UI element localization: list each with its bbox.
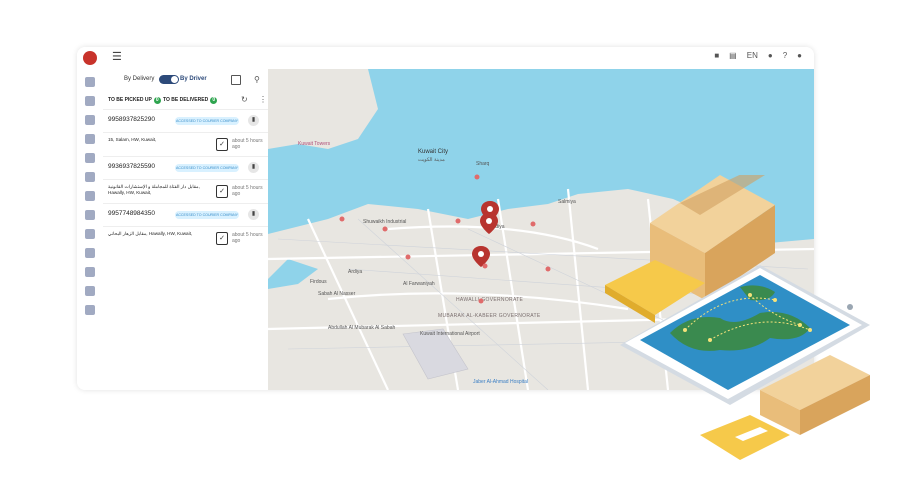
tab-label: TO BE PICKED UP [108, 97, 152, 103]
help-icon[interactable]: ? [783, 51, 787, 60]
calendar-check-icon[interactable]: ✓ [216, 138, 228, 151]
poi-marker[interactable] [405, 254, 411, 260]
poi-marker[interactable] [474, 174, 480, 180]
count-badge: 0 [210, 97, 218, 104]
box-2-icon[interactable] [85, 210, 95, 220]
truck-icon[interactable] [85, 96, 95, 106]
tab-to-be-picked-up[interactable]: TO BE PICKED UP 0 [108, 97, 161, 104]
building-icon[interactable] [85, 229, 95, 239]
order-phone: 9936937825590 [108, 163, 155, 170]
orders-panel: By Delivery By Driver ⚲ TO BE PICKED UP 0… [103, 69, 269, 390]
contacts-icon[interactable] [85, 267, 95, 277]
dashboard-icon[interactable] [85, 77, 95, 87]
order-address-row: مقابل دار الفتاة للمجاملة و الإستشارات ا… [103, 179, 268, 204]
bank-icon[interactable] [85, 134, 95, 144]
hamburger-icon[interactable]: ☰ [112, 50, 122, 63]
sidebar-rail [77, 69, 104, 390]
order-phone: 9957748984350 [108, 210, 155, 217]
logo[interactable] [83, 51, 97, 65]
order-phone: 9958937825290 [108, 116, 155, 123]
tab-label: TO BE DELIVERED [163, 97, 209, 103]
assign-courier-button[interactable]: ACCESSED TO COURIER COMPANY [175, 164, 239, 172]
view-switch[interactable] [159, 75, 179, 84]
dollar-icon[interactable] [85, 153, 95, 163]
refresh-icon[interactable]: ↻ [241, 95, 248, 104]
location-marker[interactable] [480, 213, 498, 234]
more-options-icon[interactable]: ⋮ [259, 95, 267, 104]
assign-courier-button[interactable]: ACCESSED TO COURIER COMPANY [175, 211, 239, 219]
poi-marker[interactable] [455, 218, 461, 224]
order-row[interactable]: 9958937825290 ACCESSED TO COURIER COMPAN… [103, 109, 268, 132]
poi-marker[interactable] [530, 221, 536, 227]
delete-icon[interactable]: ▮ [248, 162, 259, 173]
view-toggle: By Delivery By Driver ⚲ [103, 73, 268, 87]
user-icon[interactable]: ● [797, 51, 802, 60]
order-tabs: TO BE PICKED UP 0 TO BE DELIVERED 0 ↻ ⋮ [103, 95, 268, 107]
calendar-icon[interactable] [231, 75, 241, 85]
search-icon[interactable]: ⚲ [254, 75, 260, 84]
order-time: about 5 hours ago [232, 185, 263, 197]
user-settings-icon[interactable] [85, 286, 95, 296]
location-marker[interactable] [472, 246, 490, 267]
headset-icon[interactable]: ● [768, 51, 773, 60]
order-row[interactable]: 9936937825590 ACCESSED TO COURIER COMPAN… [103, 156, 268, 179]
box-icon[interactable] [85, 115, 95, 125]
order-address: مقابل دار الفتاة للمجاملة و الإستشارات ا… [108, 184, 200, 195]
top-bar: ☰ ■ ▤ EN ● ? ● [77, 47, 814, 70]
delivery-illustration [605, 175, 870, 460]
poi-marker[interactable] [482, 263, 488, 269]
hand-icon[interactable] [85, 191, 95, 201]
order-time: about 5 hours ago [232, 232, 263, 244]
delete-icon[interactable]: ▮ [248, 209, 259, 220]
order-address-row: مقابل الزهار البحاني, Hawally, HW, Kuwai… [103, 226, 268, 251]
order-row[interactable]: 9957748984350 ACCESSED TO COURIER COMPAN… [103, 203, 268, 226]
assign-courier-button[interactable]: ACCESSED TO COURIER COMPANY [175, 117, 239, 125]
inbox-icon[interactable]: ▤ [729, 51, 737, 60]
top-icons: ■ ▤ EN ● ? ● [714, 51, 802, 60]
poi-marker[interactable] [339, 216, 345, 222]
toggle-label-by-delivery[interactable]: By Delivery [124, 76, 154, 82]
chart-icon[interactable] [85, 172, 95, 182]
delete-icon[interactable]: ▮ [248, 115, 259, 126]
count-badge: 0 [153, 97, 161, 104]
poi-marker[interactable] [382, 226, 388, 232]
tab-to-be-delivered[interactable]: TO BE DELIVERED 0 [163, 97, 218, 104]
poi-marker[interactable] [545, 266, 551, 272]
message-icon[interactable]: ■ [714, 51, 719, 60]
calendar-check-icon[interactable]: ✓ [216, 185, 228, 198]
order-address: 15, Salam, HW, Kuwait, [108, 137, 157, 142]
language-select[interactable]: EN [747, 51, 758, 60]
poi-marker[interactable] [478, 298, 484, 304]
calendar-check-icon[interactable]: ✓ [216, 232, 228, 245]
order-address: مقابل الزهار البحاني, Hawally, HW, Kuwai… [108, 231, 193, 236]
toggle-label-by-driver[interactable]: By Driver [180, 76, 207, 82]
order-address-row: 15, Salam, HW, Kuwait, ✓ about 5 hours a… [103, 132, 268, 157]
settings-icon[interactable] [85, 305, 95, 315]
order-time: about 5 hours ago [232, 138, 263, 150]
grid-icon[interactable] [85, 248, 95, 258]
